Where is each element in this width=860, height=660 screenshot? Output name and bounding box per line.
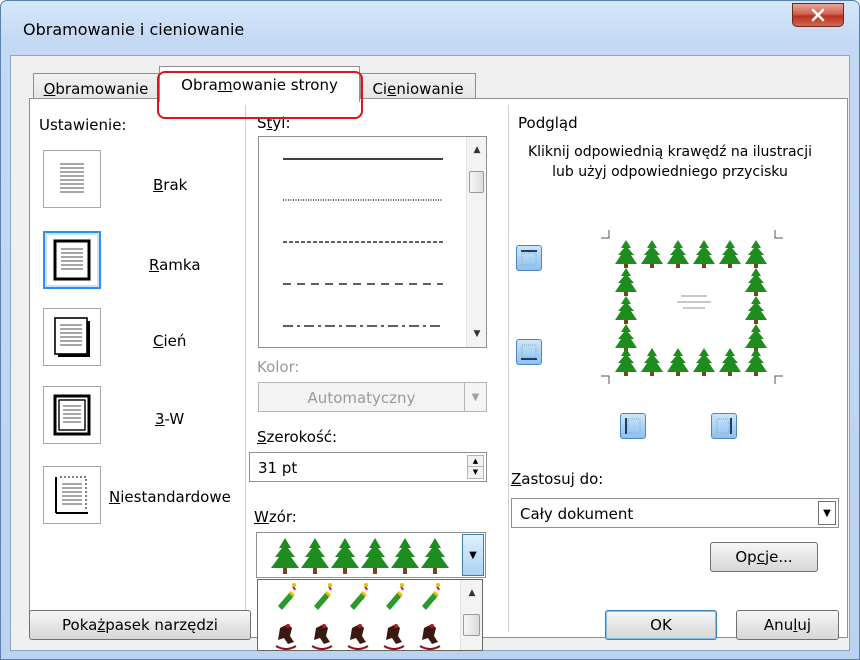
title-bar[interactable]: Obramowanie i cieniowanie (1, 1, 859, 55)
setting-none-label[interactable]: Brak (153, 176, 187, 194)
bottom-border-button[interactable] (516, 339, 542, 365)
pattern-select[interactable]: ▼ (256, 532, 486, 578)
left-border-button[interactable] (620, 413, 646, 439)
border-left-icon (625, 418, 641, 434)
cancel-button[interactable]: Anu l uj (736, 610, 839, 640)
border-right-icon (716, 418, 732, 434)
preview-hint-line1: Kliknij odpowiednią krawędź na ilustracj… (527, 144, 813, 160)
scroll-up-arrow-icon[interactable]: ▲ (461, 588, 482, 598)
style-list[interactable]: ▲ ▼ (258, 136, 487, 348)
width-value: 31 pt (258, 459, 298, 477)
options-button[interactable]: Op c je... (710, 542, 818, 572)
pattern-options (275, 581, 442, 650)
setting-custom-label[interactable]: Niestandardowe (109, 488, 231, 506)
setting-box-icon (53, 239, 91, 281)
close-x-icon (811, 8, 825, 22)
pattern-list-scroll-thumb[interactable] (463, 614, 480, 636)
chevron-down-icon[interactable]: ▼ (464, 383, 486, 411)
color-select[interactable]: Automatyczny ▼ (258, 382, 487, 412)
setting-shadow-icon (54, 317, 90, 357)
border-top-icon (521, 250, 537, 266)
setting-custom-icon (55, 476, 88, 514)
rocking-horse-icon[interactable] (419, 623, 441, 650)
rocking-horse-icon[interactable] (347, 623, 369, 650)
color-select-value: Automatyczny (307, 389, 416, 407)
rocking-horse-icon[interactable] (383, 623, 405, 650)
top-border-button[interactable] (516, 245, 542, 271)
right-border-button[interactable] (711, 413, 737, 439)
christmas-tree-pattern (271, 538, 449, 574)
preview-page[interactable] (597, 222, 787, 392)
border-bottom-icon (521, 344, 537, 360)
setting-3d-button[interactable] (43, 386, 101, 444)
apply-to-select[interactable]: Cały dokument ▼ (511, 498, 839, 528)
setting-custom-button[interactable] (43, 466, 101, 524)
setting-box-label[interactable]: Ramka (149, 256, 201, 274)
apply-to-label: Zastosuj do: (511, 470, 604, 488)
apply-to-value: Cały dokument (520, 505, 634, 523)
rocking-horse-icon[interactable] (275, 623, 297, 650)
pattern-label: Wzór: (254, 508, 297, 526)
setting-box-button[interactable] (43, 231, 101, 289)
divider (508, 105, 509, 632)
style-list-scroll-thumb[interactable] (469, 171, 484, 193)
setting-none-icon (60, 163, 84, 193)
width-stepper[interactable]: ▲ ▼ (467, 455, 484, 479)
chevron-down-icon[interactable]: ▼ (462, 534, 484, 576)
candle-icon[interactable] (384, 581, 406, 612)
stepper-up-icon[interactable]: ▲ (468, 456, 483, 467)
line-style-samples (283, 158, 443, 327)
pattern-list-scrollbar[interactable]: ▲ (460, 580, 482, 650)
candle-icon[interactable] (420, 581, 442, 612)
close-button[interactable] (792, 3, 844, 27)
color-label: Kolor: (257, 358, 300, 376)
setting-shadow-label[interactable]: Cień (153, 332, 186, 350)
stepper-down-icon[interactable]: ▼ (468, 467, 483, 478)
chevron-down-icon[interactable]: ▼ (818, 501, 836, 525)
pattern-dropdown-list[interactable]: ▲ (257, 579, 483, 651)
ok-button[interactable]: OK (605, 610, 717, 640)
dialog-window: Obramowanie i cieniowanie Obramowanie Ob… (0, 0, 860, 660)
preview-heading: Podgląd (518, 114, 578, 132)
divider (245, 105, 246, 632)
width-label: Szerokość: (257, 428, 338, 446)
setting-3d-label[interactable]: 3-W (155, 410, 184, 428)
setting-3d-icon (53, 394, 91, 436)
scroll-up-arrow-icon[interactable]: ▲ (467, 145, 487, 155)
style-list-scrollbar[interactable]: ▲ ▼ (466, 137, 486, 347)
settings-heading: Ustawienie: (39, 116, 127, 134)
setting-none-button[interactable] (43, 150, 101, 208)
preview-hint-line2: lub użyj odpowiedniego przycisku (552, 164, 788, 180)
active-tab-highlight (157, 71, 363, 119)
setting-shadow-button[interactable] (43, 308, 101, 366)
candle-icon[interactable] (312, 581, 334, 612)
show-toolbar-button[interactable]: Poka ż pasek narzędzi (29, 610, 251, 640)
scroll-down-arrow-icon[interactable]: ▼ (467, 329, 487, 339)
window-title: Obramowanie i cieniowanie (23, 20, 245, 39)
width-spinner[interactable]: 31 pt ▲ ▼ (249, 452, 487, 482)
candle-icon[interactable] (348, 581, 370, 612)
dialog-client-area: Obramowanie Obra m owanie strony Ci e niowan… (10, 55, 850, 651)
rocking-horse-icon[interactable] (311, 623, 333, 650)
candle-icon[interactable] (276, 581, 298, 612)
